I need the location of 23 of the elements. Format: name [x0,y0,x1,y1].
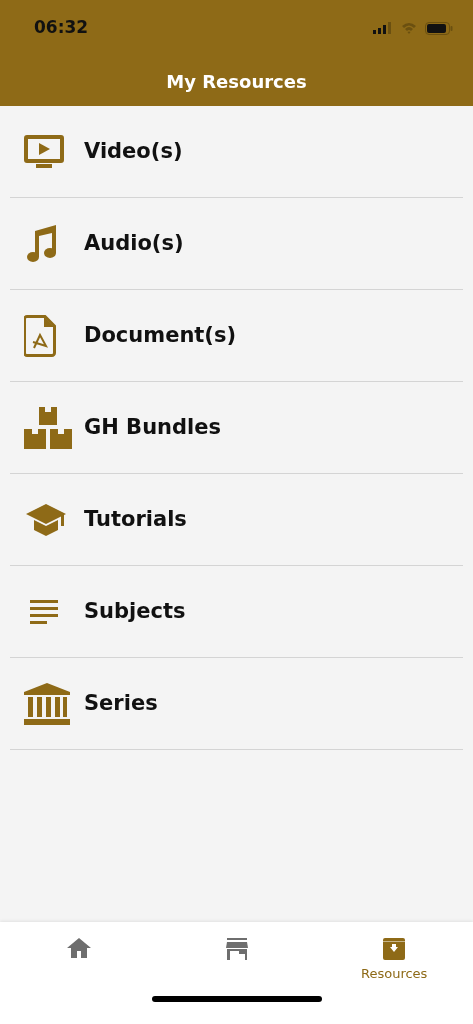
graduation-cap-icon [26,503,66,536]
pdf-file-icon [24,314,56,357]
battery-icon [425,21,453,35]
columns-building-icon [24,682,70,725]
resource-category-item[interactable]: GH Bundles [10,382,463,474]
music-note-icon [26,224,58,263]
signal-icon [373,22,393,34]
home-icon [66,938,91,958]
text-lines-icon [30,599,60,624]
wifi-icon [401,22,417,34]
resource-category-item[interactable]: Subjects [10,566,463,658]
resource-category-item[interactable]: Video(s) [10,106,463,198]
screen-title: My Resources [166,69,307,94]
tv-play-icon [24,134,64,169]
resource-category-item[interactable]: Document(s) [10,290,463,382]
tab-button[interactable]: Resources [315,938,473,996]
storefront-icon [225,938,248,960]
status-time: 06:32 [34,16,89,40]
resource-category-item[interactable]: Tutorials [10,474,463,566]
boxes-icon [24,406,72,449]
resource-category-item[interactable]: Audio(s) [10,198,463,290]
archive-download-icon [383,938,406,960]
resource-category-item[interactable]: Series [10,658,463,750]
